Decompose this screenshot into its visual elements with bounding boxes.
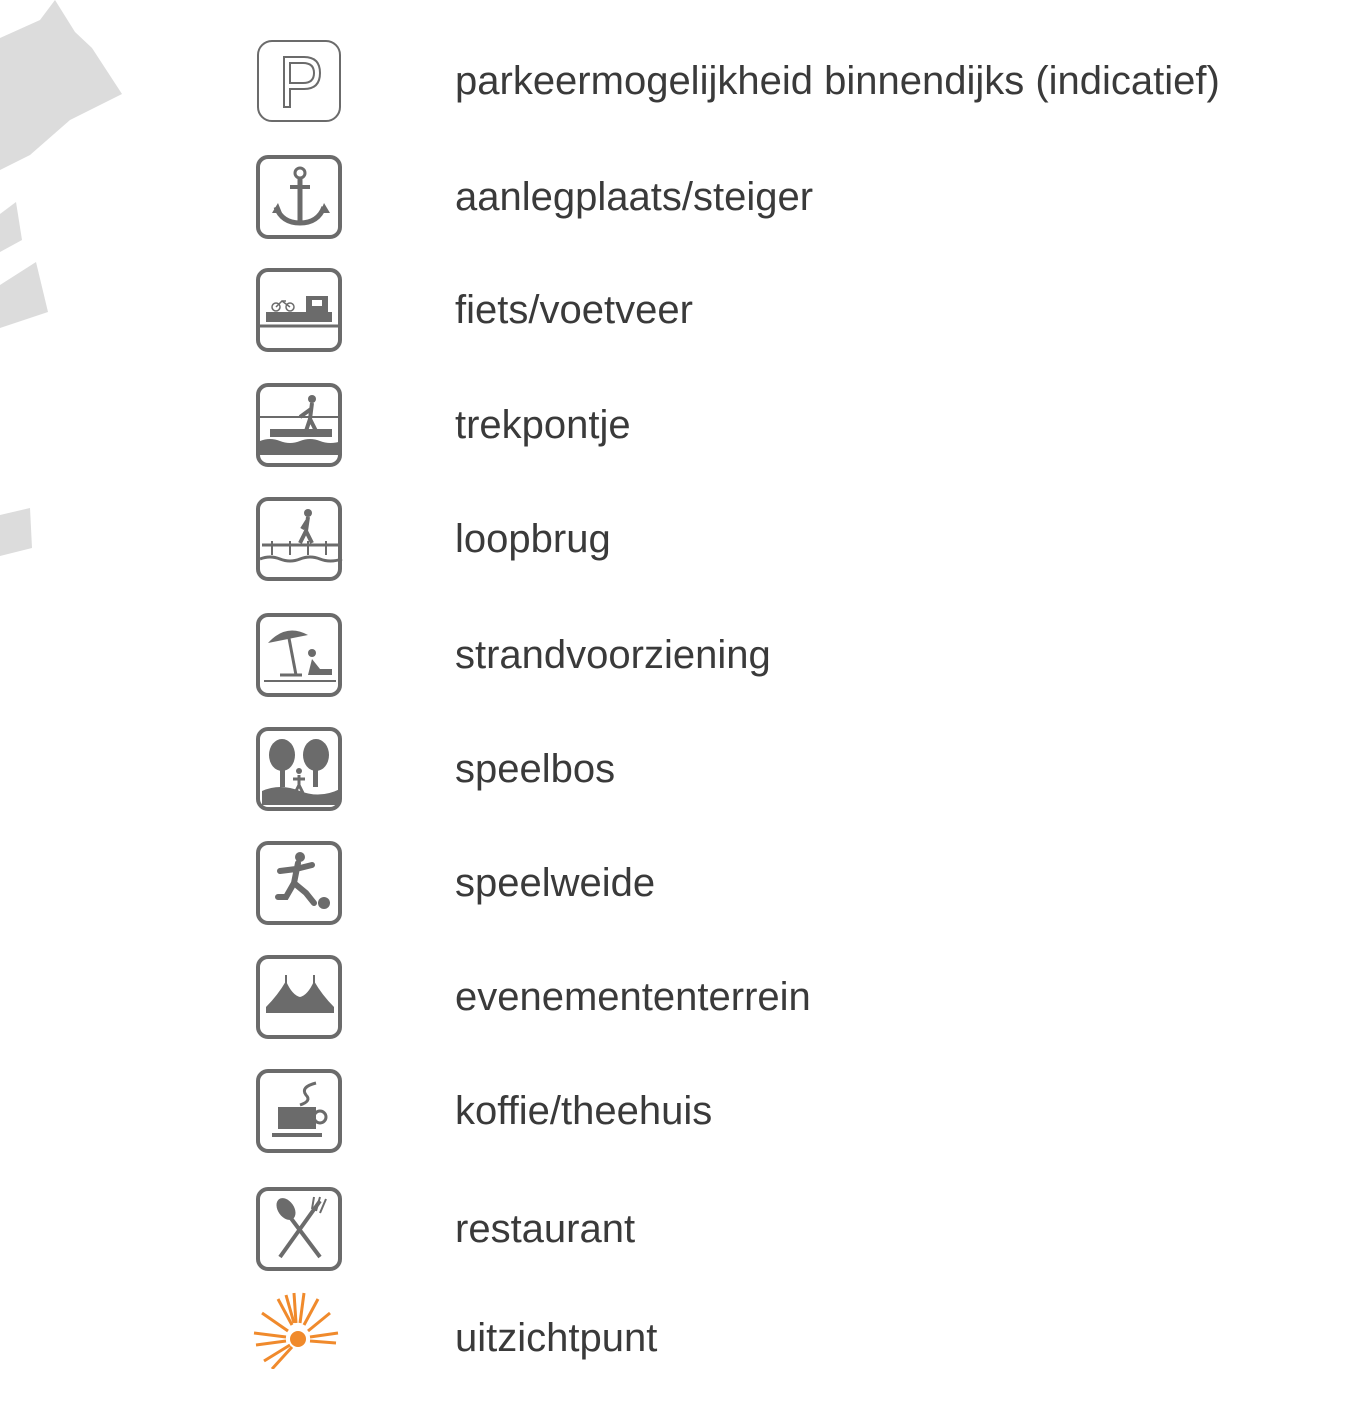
- legend-item-footbridge: loopbrug: [240, 494, 1350, 584]
- event-tent-icon: [240, 952, 365, 1042]
- legend-label: restaurant: [455, 1207, 636, 1251]
- legend-label: aanlegplaats/steiger: [455, 175, 814, 219]
- legend-item-anchor: aanlegplaats/steiger: [240, 152, 1350, 242]
- legend-item-beach: strandvoorziening: [240, 610, 1350, 700]
- legend-item-bike-ferry: fiets/voetveer: [240, 265, 1350, 355]
- anchor-icon: [240, 152, 365, 242]
- legend-label: parkeermogelijkheid binnendijks (indicat…: [455, 59, 1220, 103]
- footbridge-icon: [240, 494, 365, 584]
- legend-label: evenemententerrein: [455, 975, 811, 1019]
- legend-label: koffie/theehuis: [455, 1089, 713, 1133]
- play-field-icon: [240, 838, 365, 928]
- legend-label: fiets/voetveer: [455, 288, 693, 332]
- play-forest-icon: [240, 724, 365, 814]
- sun-viewpoint-icon: [240, 1292, 365, 1383]
- map-fragment-shape: [0, 262, 48, 328]
- legend-item-restaurant: restaurant: [240, 1184, 1350, 1274]
- legend-label: speelweide: [455, 861, 656, 905]
- legend-item-play-forest: speelbos: [240, 724, 1350, 814]
- legend-label: uitzichtpunt: [455, 1316, 658, 1360]
- bike-ferry-icon: [240, 265, 365, 355]
- map-fragment: [0, 0, 122, 556]
- legend-label: trekpontje: [455, 403, 631, 447]
- map-fragment-shape: [0, 0, 122, 170]
- beach-icon: [240, 610, 365, 700]
- map-fragment-shape: [0, 508, 32, 556]
- legend-label: speelbos: [455, 747, 616, 791]
- legend-label: strandvoorziening: [455, 633, 771, 677]
- legend-item-event-terrain: evenemententerrein: [240, 952, 1350, 1042]
- legend-item-play-field: speelweide: [240, 838, 1350, 928]
- parking-icon: [240, 36, 365, 126]
- legend-label: loopbrug: [455, 517, 611, 561]
- legend-item-pull-ferry: trekpontje: [240, 380, 1350, 470]
- legend-item-coffee: koffie/theehuis: [240, 1066, 1350, 1156]
- map-fragment-shape: [0, 202, 22, 252]
- pull-ferry-icon: [240, 380, 365, 470]
- legend-item-parking: parkeermogelijkheid binnendijks (indicat…: [240, 36, 1350, 126]
- coffee-cup-icon: [240, 1066, 365, 1156]
- legend-item-viewpoint: uitzichtpunt: [240, 1292, 1350, 1383]
- spoon-fork-icon: [240, 1184, 365, 1274]
